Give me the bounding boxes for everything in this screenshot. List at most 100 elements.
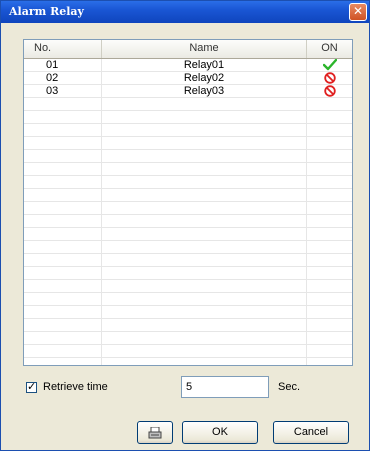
empty-table-row — [24, 345, 352, 358]
empty-cell — [24, 189, 102, 201]
empty-cell — [102, 280, 307, 292]
close-button[interactable]: ✕ — [349, 3, 367, 21]
empty-table-row — [24, 176, 352, 189]
relay-on-toggle[interactable] — [307, 85, 352, 97]
empty-table-row — [24, 150, 352, 163]
empty-cell — [102, 215, 307, 227]
empty-table-row — [24, 241, 352, 254]
empty-table-row — [24, 358, 352, 365]
relay-name: Relay03 — [102, 85, 307, 97]
empty-cell — [24, 124, 102, 136]
empty-cell — [102, 293, 307, 305]
empty-cell — [102, 267, 307, 279]
off-prohibited-icon — [323, 85, 336, 97]
retrieve-time-checkbox[interactable]: ✓ — [26, 380, 37, 393]
table-row[interactable]: 03 Relay03 — [24, 85, 352, 98]
relay-number: 01 — [24, 59, 102, 71]
empty-cell — [307, 176, 352, 188]
empty-cell — [102, 189, 307, 201]
empty-cell — [307, 111, 352, 123]
ok-button[interactable]: OK — [182, 421, 258, 444]
empty-cell — [24, 150, 102, 162]
empty-cell — [307, 124, 352, 136]
relay-on-toggle[interactable] — [307, 72, 352, 84]
empty-cell — [24, 228, 102, 240]
retrieve-time-unit: Sec. — [278, 381, 301, 393]
empty-table-row — [24, 215, 352, 228]
empty-cell — [24, 345, 102, 357]
empty-cell — [307, 202, 352, 214]
empty-cell — [307, 228, 352, 240]
alarm-relay-window: Alarm Relay ✕ No. Name ON 01 Relay01 02 Rel… — [0, 0, 370, 451]
column-header-no[interactable]: No. — [24, 40, 102, 58]
checkmark-icon: ✓ — [27, 380, 37, 393]
empty-table-row — [24, 111, 352, 124]
empty-cell — [24, 280, 102, 292]
empty-cell — [24, 254, 102, 266]
empty-cell — [307, 306, 352, 318]
empty-cell — [102, 98, 307, 110]
empty-table-row — [24, 98, 352, 111]
empty-table-row — [24, 254, 352, 267]
empty-cell — [307, 319, 352, 331]
window-title: Alarm Relay — [9, 5, 84, 18]
relay-name: Relay02 — [102, 72, 307, 84]
table-row[interactable]: 02 Relay02 — [24, 72, 352, 85]
relay-number: 02 — [24, 72, 102, 84]
empty-cell — [24, 137, 102, 149]
empty-table-row — [24, 228, 352, 241]
relay-number: 03 — [24, 85, 102, 97]
empty-cell — [307, 215, 352, 227]
table-header: No. Name ON — [24, 40, 352, 59]
retrieve-time-input[interactable]: 5 — [181, 376, 269, 398]
empty-cell — [24, 215, 102, 227]
empty-cell — [307, 163, 352, 175]
empty-cell — [24, 98, 102, 110]
empty-cell — [102, 176, 307, 188]
column-header-name[interactable]: Name — [102, 40, 307, 58]
empty-cell — [24, 306, 102, 318]
cancel-button[interactable]: Cancel — [273, 421, 349, 444]
off-prohibited-icon — [323, 72, 336, 84]
print-button[interactable] — [137, 421, 173, 444]
printer-icon — [148, 426, 162, 439]
retrieve-time-option[interactable]: ✓ Retrieve time — [26, 380, 108, 394]
empty-cell — [102, 163, 307, 175]
empty-table-row — [24, 293, 352, 306]
empty-table-row — [24, 124, 352, 137]
empty-cell — [307, 241, 352, 253]
column-header-on[interactable]: ON — [307, 40, 352, 58]
empty-table-row — [24, 137, 352, 150]
relay-table: No. Name ON 01 Relay01 02 Relay02 03 Relay03 — [23, 39, 353, 366]
title-bar[interactable]: Alarm Relay ✕ — [1, 1, 369, 23]
empty-cell — [24, 111, 102, 123]
empty-cell — [102, 254, 307, 266]
empty-cell — [102, 358, 307, 365]
empty-table-row — [24, 267, 352, 280]
empty-cell — [102, 124, 307, 136]
empty-cell — [102, 228, 307, 240]
empty-cell — [307, 267, 352, 279]
empty-cell — [24, 319, 102, 331]
empty-cell — [307, 254, 352, 266]
table-row[interactable]: 01 Relay01 — [24, 59, 352, 72]
relay-name: Relay01 — [102, 59, 307, 71]
empty-table-row — [24, 306, 352, 319]
empty-cell — [307, 293, 352, 305]
empty-table-row — [24, 189, 352, 202]
empty-table-row — [24, 319, 352, 332]
relay-on-toggle[interactable] — [307, 59, 352, 71]
empty-cell — [102, 202, 307, 214]
empty-cell — [102, 319, 307, 331]
empty-cell — [307, 137, 352, 149]
empty-cell — [24, 293, 102, 305]
empty-cell — [24, 202, 102, 214]
empty-cell — [102, 306, 307, 318]
empty-cell — [24, 267, 102, 279]
empty-cell — [102, 241, 307, 253]
empty-cell — [102, 345, 307, 357]
empty-cell — [307, 280, 352, 292]
close-icon: ✕ — [352, 4, 364, 18]
empty-table-row — [24, 202, 352, 215]
empty-cell — [102, 332, 307, 344]
